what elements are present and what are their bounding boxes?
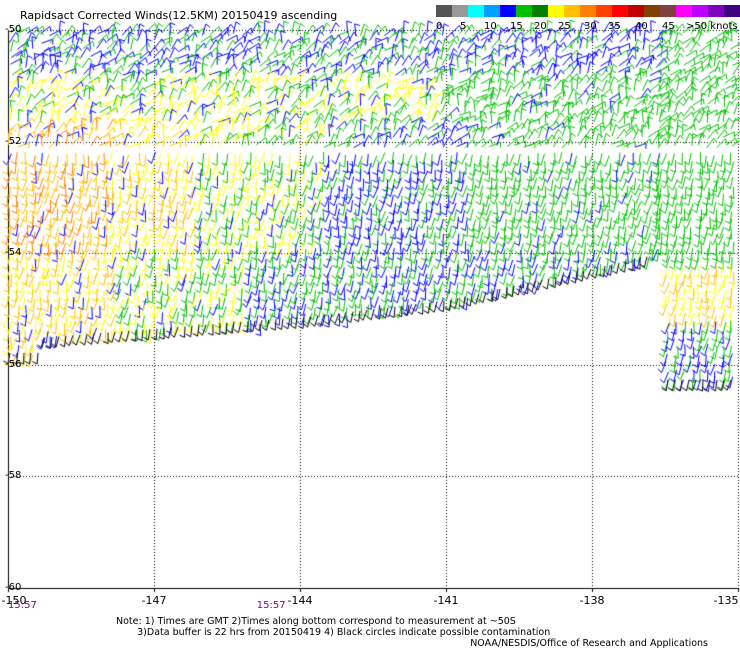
notes-text: Note: 1) Times are GMT 2)Times along bot… (116, 616, 551, 638)
legend-swatch (692, 5, 709, 17)
lat-tick-label: -50 (5, 24, 22, 35)
legend-swatch (468, 5, 485, 17)
legend-label: 25 (558, 21, 571, 32)
legend-label: 5 (460, 21, 467, 32)
legend-label: 45 (662, 21, 675, 32)
lat-tick-label: -58 (5, 470, 22, 482)
legend-swatch (708, 5, 725, 17)
legend-swatch (676, 5, 693, 17)
legend-swatch (724, 5, 740, 17)
legend-swatch (452, 5, 469, 17)
lon-tick-label: -138 (579, 594, 605, 607)
legend-swatch (500, 5, 517, 17)
legend-label: 0 (436, 21, 443, 32)
credit-text: NOAA/NESDIS/Office of Research and Appli… (470, 638, 708, 649)
legend-label: 35 (608, 21, 621, 32)
legend-label: 30 (584, 21, 597, 32)
lat-tick-label: -54 (5, 247, 22, 259)
lon-tick-label: -135 (713, 594, 739, 607)
legend-swatch (612, 5, 629, 17)
wind-speed-legend: 0 5 10 15 20 25 30 35 40 45 >50 knots (436, 5, 740, 35)
lon-tick-label: -141 (433, 594, 459, 607)
legend-swatch (644, 5, 661, 17)
chart-title: Rapidsact Corrected Winds(12.5KM) 201504… (20, 9, 338, 22)
legend-swatch (596, 5, 613, 17)
legend-swatch (580, 5, 597, 17)
lat-tick-label: -60 (5, 582, 22, 593)
legend-swatch (564, 5, 581, 17)
lon-tick-label: -144 (287, 594, 313, 607)
lat-tick-label: -52 (5, 135, 22, 147)
legend-swatch (628, 5, 645, 17)
legend-swatch (532, 5, 549, 17)
legend-swatch (436, 5, 453, 17)
legend-label: 10 (484, 21, 497, 32)
legend-swatch (484, 5, 501, 17)
lon-tick-label: -147 (141, 594, 167, 607)
legend-label: 15 (510, 21, 523, 32)
legend-label: 40 (635, 21, 648, 32)
time-label: 15:57 (256, 600, 286, 611)
legend-swatch (516, 5, 533, 17)
time-label: 15:57 (8, 600, 37, 611)
legend-label: 20 (534, 21, 547, 32)
lat-tick-label: -56 (5, 358, 22, 370)
wind-barb-map (0, 0, 740, 650)
legend-swatch (548, 5, 565, 17)
legend-label: >50 knots (686, 21, 738, 32)
legend-swatch (660, 5, 677, 17)
